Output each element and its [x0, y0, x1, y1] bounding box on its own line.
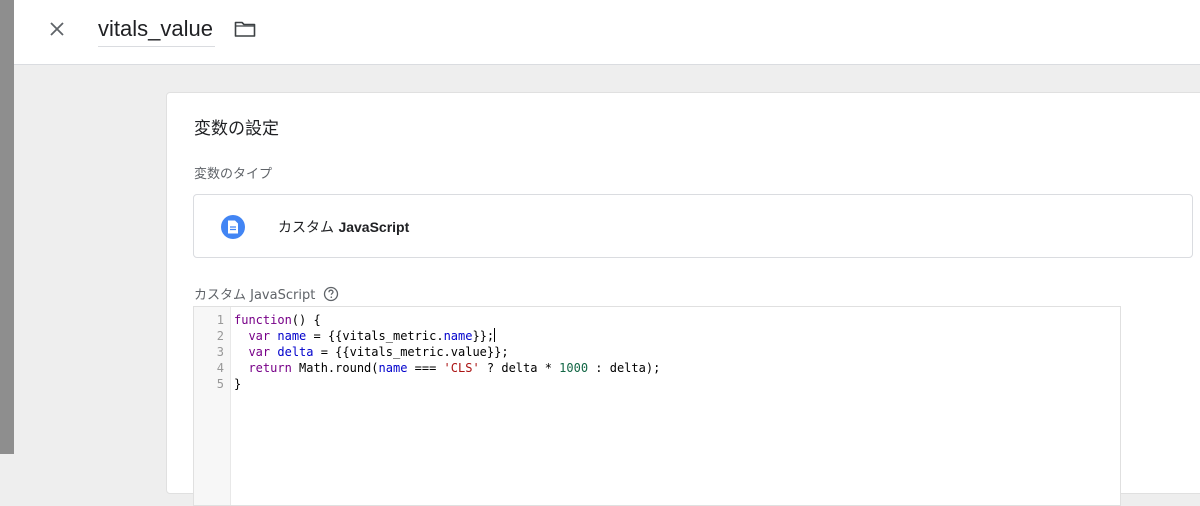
code-token: () {: [291, 313, 321, 327]
code-editor[interactable]: 1 2 3 4 5 function() { var name = {{vita…: [193, 306, 1121, 506]
type-name-en: JavaScript: [338, 219, 410, 235]
code-token: name: [277, 329, 307, 343]
variable-type-selector[interactable]: カスタム JavaScript: [193, 194, 1193, 258]
folder-icon: [234, 21, 256, 37]
variable-type-name: カスタム JavaScript: [278, 217, 409, 237]
code-token: : delta);: [588, 361, 661, 375]
code-line: function() {: [234, 312, 321, 328]
variable-config-card: 変数の設定 変数のタイプ カスタム JavaScript カスタム JavaSc…: [166, 92, 1200, 506]
line-number: 4: [216, 361, 224, 375]
code-token: Math.round(: [291, 361, 379, 375]
line-number-gutter: 1 2 3 4 5: [194, 307, 231, 505]
code-token: = {{vitals_metric.: [306, 329, 444, 343]
code-token: = {{vitals_metric.value}};: [313, 345, 509, 359]
code-token: var: [248, 329, 271, 343]
close-icon: [50, 22, 64, 36]
code-token: return: [248, 361, 292, 375]
left-strip: [0, 0, 14, 454]
code-line: return Math.round(name === 'CLS' ? delta…: [234, 360, 660, 376]
section-title: 変数の設定: [194, 119, 279, 139]
code-token: }};: [472, 329, 495, 343]
code-token: function: [234, 313, 292, 327]
document-icon: [221, 215, 245, 239]
custom-js-label: カスタム JavaScript: [194, 284, 339, 303]
code-line: var delta = {{vitals_metric.value}};: [234, 344, 509, 360]
variable-title: vitals_value: [98, 16, 213, 41]
folder-button[interactable]: [232, 18, 258, 40]
close-button[interactable]: [42, 14, 72, 44]
header-bar: vitals_value: [14, 0, 1200, 65]
title-field[interactable]: vitals_value: [98, 12, 215, 47]
code-token: }: [234, 377, 242, 391]
line-number: 2: [216, 329, 224, 343]
code-token: 1000: [559, 361, 589, 375]
variable-type-label: 変数のタイプ: [194, 167, 273, 182]
text-cursor: [494, 328, 496, 342]
type-name-prefix: カスタム: [278, 220, 334, 236]
help-icon[interactable]: [323, 286, 339, 302]
code-token: ===: [407, 361, 444, 375]
code-token: delta: [277, 345, 314, 359]
line-number: 1: [216, 313, 224, 327]
code-token: ? delta *: [479, 361, 560, 375]
line-number: 3: [216, 345, 224, 359]
code-token: var: [248, 345, 271, 359]
line-number: 5: [216, 377, 224, 391]
code-token: name: [443, 329, 473, 343]
code-line: var name = {{vitals_metric.name}};: [234, 328, 496, 344]
code-token: name: [378, 361, 408, 375]
code-token: 'CLS': [443, 361, 480, 375]
code-line: }: [234, 376, 241, 392]
custom-js-label-text: カスタム JavaScript: [194, 288, 316, 303]
